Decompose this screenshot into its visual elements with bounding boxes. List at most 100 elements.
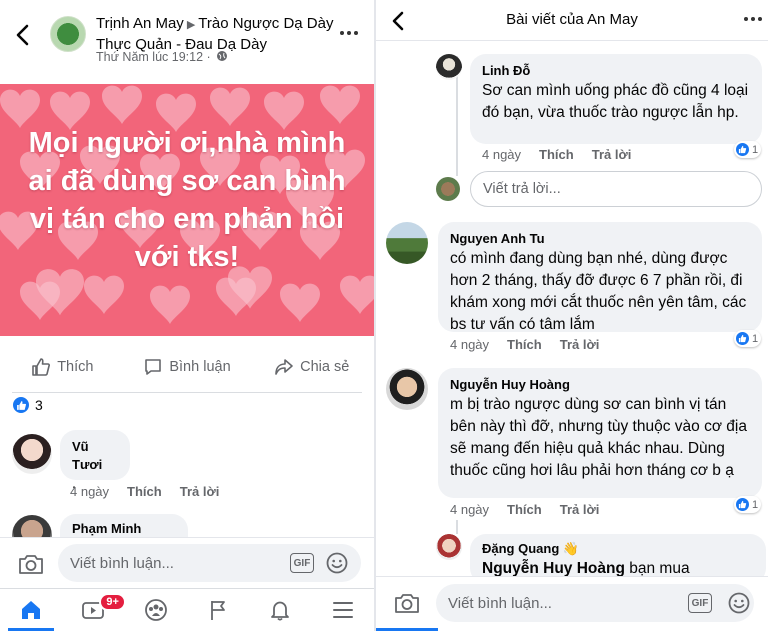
commenter-name[interactable]: Nguyễn Huy Hoàng [450, 376, 750, 394]
reaction-count: 1 [752, 498, 759, 511]
comment-reply-link[interactable]: Trả lời [592, 147, 632, 162]
bottom-tab-bar: 9+ [0, 588, 374, 631]
comment-meta: 4 ngày Thích Trả lời [70, 484, 219, 499]
avatar[interactable] [436, 54, 462, 80]
menu-icon [332, 602, 353, 618]
comment-input-placeholder: Viết bình luận... [448, 594, 552, 612]
comment-time[interactable]: 4 ngày [450, 337, 489, 352]
comment-like-link[interactable]: Thích [539, 147, 574, 162]
comment-time[interactable]: 4 ngày [482, 147, 521, 162]
gif-icon[interactable]: GIF [290, 553, 314, 573]
comment-bubble: Nguyen Anh Tu có mình đang dùng bạn nhé,… [438, 222, 762, 333]
divider [12, 392, 362, 393]
globe-icon [217, 51, 228, 61]
comment-reply-link[interactable]: Trả lời [560, 337, 600, 352]
comment-reactions[interactable]: 1 [734, 496, 762, 513]
reaction-summary[interactable]: 3 [12, 396, 43, 414]
more-options-icon[interactable] [340, 31, 362, 39]
tab-pages[interactable] [187, 589, 249, 631]
post-header-title: Trịnh An May ▶ Trào Ngược Dạ Dày Thực Quản… [96, 14, 334, 54]
comment-bubble: Vũ Tươi . [60, 430, 130, 492]
comment-label: Bình luận [169, 359, 231, 375]
like-reaction-icon [735, 331, 750, 346]
watch-badge: 9+ [99, 593, 126, 611]
comments-panel: Bài viết của An May Linh Đỗ Sơ can mình … [376, 0, 768, 631]
thumbs-up-icon [32, 358, 51, 376]
tab-notifications[interactable] [249, 589, 311, 631]
tab-watch[interactable]: 9+ [62, 589, 126, 631]
comment-meta: 4 ngày Thích Trả lời [482, 147, 631, 162]
author-name[interactable]: Trịnh An May [96, 15, 184, 32]
commenter-name-text[interactable]: Đặng Quang [482, 541, 559, 556]
comment-like-link[interactable]: Thích [507, 502, 542, 517]
comment-input-placeholder: Viết bình luận... [70, 554, 174, 572]
like-reaction-icon [12, 396, 30, 414]
like-reaction-icon [735, 497, 750, 512]
comment-button[interactable]: Bình luận [125, 350, 250, 384]
reply-thread-line [456, 520, 458, 534]
post-timestamp[interactable]: Thứ Năm lúc 19:12 · [96, 50, 211, 64]
avatar[interactable] [12, 434, 52, 474]
comment-text-body: bạn mua [629, 560, 690, 577]
reaction-count: 1 [752, 332, 759, 345]
tab-home[interactable] [0, 589, 62, 631]
comment-composer: Viết bình luận... GIF [376, 576, 768, 631]
comment-like-link[interactable]: Thích [507, 337, 542, 352]
like-button[interactable]: Thích [0, 350, 125, 384]
tab-menu[interactable] [312, 589, 374, 631]
comment-time[interactable]: 4 ngày [70, 484, 109, 499]
comment-meta: 4 ngày Thích Trả lời [450, 337, 599, 352]
header-divider [376, 40, 768, 41]
flag-icon [211, 601, 226, 620]
avatar[interactable] [386, 222, 428, 264]
avatar[interactable] [436, 534, 462, 560]
comment-bubble: Linh Đỗ Sơ can mình uống phác đồ cũng 4 … [470, 54, 762, 144]
comment-input[interactable]: Viết bình luận... [58, 544, 361, 582]
comment-like-link[interactable]: Thích [127, 484, 162, 499]
reaction-count: 1 [752, 143, 759, 156]
reply-input-placeholder: Viết trả lời... [483, 181, 561, 197]
page-title: Bài viết của An May [506, 11, 638, 28]
mention-link[interactable]: Nguyễn Huy Hoàng [482, 560, 625, 577]
comment-composer: Viết bình luận... GIF [0, 537, 374, 588]
reaction-count: 3 [35, 397, 43, 413]
comment-reactions[interactable]: 1 [734, 141, 762, 158]
comment-reply-link[interactable]: Trả lời [180, 484, 220, 499]
like-label: Thích [57, 359, 94, 375]
commenter-name[interactable]: Vũ Tươi [72, 438, 118, 474]
share-icon [275, 359, 293, 375]
commenter-name[interactable]: Nguyen Anh Tu [450, 230, 750, 248]
post-actions: Thích Bình luận Chia sẻ [0, 350, 374, 384]
groups-icon [144, 599, 167, 621]
group-avatar[interactable] [50, 16, 86, 52]
comment-icon [145, 359, 162, 375]
avatar[interactable] [386, 368, 428, 410]
tab-groups[interactable] [125, 589, 187, 631]
back-arrow-icon[interactable] [12, 22, 34, 48]
post-meta: Thứ Năm lúc 19:12 · [96, 50, 228, 64]
commenter-name[interactable]: Linh Đỗ [482, 62, 750, 80]
comment-reactions[interactable]: 1 [734, 330, 762, 347]
share-label: Chia sẻ [300, 359, 350, 375]
camera-icon[interactable] [394, 592, 420, 614]
share-button[interactable]: Chia sẻ [249, 350, 374, 384]
gif-icon[interactable]: GIF [688, 593, 712, 613]
post-text: Mọi người ơi,nhà mình ai đã dùng sơ can … [28, 127, 346, 273]
more-options-icon[interactable] [744, 17, 766, 25]
waving-hand-icon: 👋 [562, 541, 580, 556]
camera-icon[interactable] [18, 553, 44, 575]
comment-reply-link[interactable]: Trả lời [560, 502, 600, 517]
triangle-right-icon: ▶ [186, 19, 196, 31]
post-image[interactable]: Mọi người ơi,nhà mình ai đã dùng sơ can … [0, 84, 374, 336]
comment-bubble: Nguyễn Huy Hoàng m bị trào ngược dùng sơ… [438, 368, 762, 498]
comment-meta: 4 ngày Thích Trả lời [450, 502, 599, 517]
like-reaction-icon [735, 142, 750, 157]
comment-text: Sơ can mình uống phác đồ cũng 4 loại đó … [482, 82, 749, 121]
reply-input[interactable]: Viết trả lời... [470, 171, 762, 207]
commenter-name: Đặng Quang 👋 [482, 540, 754, 558]
emoji-icon[interactable] [326, 552, 348, 574]
comment-time[interactable]: 4 ngày [450, 502, 489, 517]
post-panel: Trịnh An May ▶ Trào Ngược Dạ Dày Thực Quản… [0, 0, 374, 631]
avatar[interactable] [436, 177, 460, 201]
emoji-icon[interactable] [728, 592, 750, 614]
